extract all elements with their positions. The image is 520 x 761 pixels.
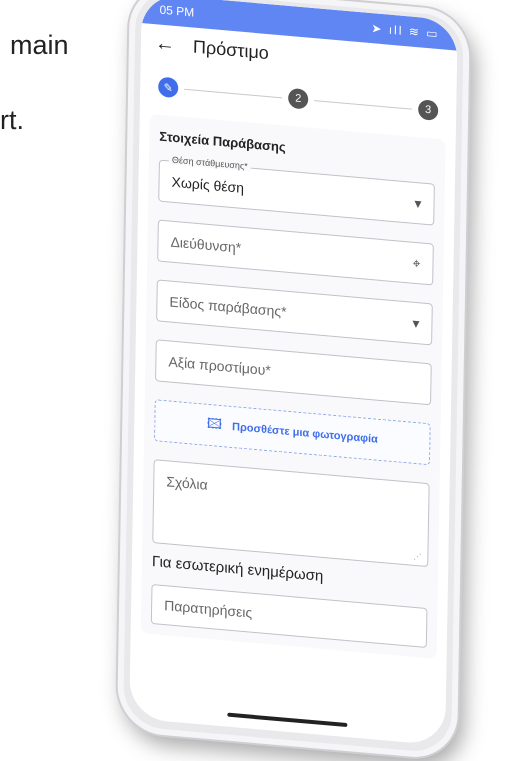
add-photo-button[interactable]: 🖾 Προσθέστε μια φωτογραφία	[154, 399, 431, 466]
background-text-rt: rt.	[0, 105, 24, 135]
step-1-edit-icon[interactable]: ✎	[158, 76, 179, 99]
dropdown-arrow-icon: ▾	[414, 194, 422, 211]
stepper-line	[184, 88, 283, 98]
notes-field[interactable]: Παρατηρήσεις	[150, 583, 428, 649]
address-placeholder: Διεύθυνση*	[170, 233, 242, 256]
dropdown-arrow-icon: ▾	[412, 314, 420, 331]
violation-type-select[interactable]: Είδος παράβασης* ▾	[156, 279, 433, 346]
page-title: Πρόστιμο	[192, 36, 269, 63]
stepper-line	[314, 99, 413, 110]
parking-label: Θέση στάθμευσης*	[168, 154, 251, 172]
violation-type-placeholder: Είδος παράβασης*	[169, 293, 287, 320]
device-frame: 05 PM ➤ ıll ≋ ▭ ← Πρόστιμο ✎ 2 3 Στοιχεί…	[116, 0, 470, 761]
home-indicator	[227, 712, 348, 728]
violation-form-card: Στοιχεία Παράβασης Θέση στάθμευσης* Χωρί…	[140, 113, 446, 659]
fine-value-placeholder: Αξία προστίμου*	[168, 353, 271, 379]
address-field[interactable]: Διεύθυνση* ⌖	[157, 219, 434, 286]
step-3[interactable]: 3	[418, 99, 439, 121]
status-icons: ➤ ıll ≋ ▭	[371, 21, 440, 42]
resize-handle-icon[interactable]: ⋰	[413, 552, 421, 562]
comments-textarea[interactable]: Σχόλια ⋰	[152, 459, 430, 568]
parking-select[interactable]: Θέση στάθμευσης* Χωρίς θέση ▾	[158, 154, 435, 226]
notes-placeholder: Παρατηρήσεις	[164, 597, 253, 621]
fine-value-field[interactable]: Αξία προστίμου*	[155, 339, 432, 406]
add-photo-label: Προσθέστε μια φωτογραφία	[231, 420, 378, 446]
background-text-main: main	[10, 30, 69, 60]
screen: 05 PM ➤ ıll ≋ ▭ ← Πρόστιμο ✎ 2 3 Στοιχεί…	[129, 0, 458, 746]
phone-mockup: 05 PM ➤ ıll ≋ ▭ ← Πρόστιμο ✎ 2 3 Στοιχεί…	[116, 0, 470, 761]
back-arrow-icon[interactable]: ←	[155, 32, 175, 57]
comments-placeholder: Σχόλια	[166, 473, 208, 493]
step-2[interactable]: 2	[288, 87, 309, 110]
status-time: 05 PM	[159, 2, 195, 20]
parking-value: Χωρίς θέση	[171, 173, 245, 196]
image-icon: 🖾	[206, 414, 223, 433]
location-crosshair-icon[interactable]: ⌖	[412, 254, 420, 272]
